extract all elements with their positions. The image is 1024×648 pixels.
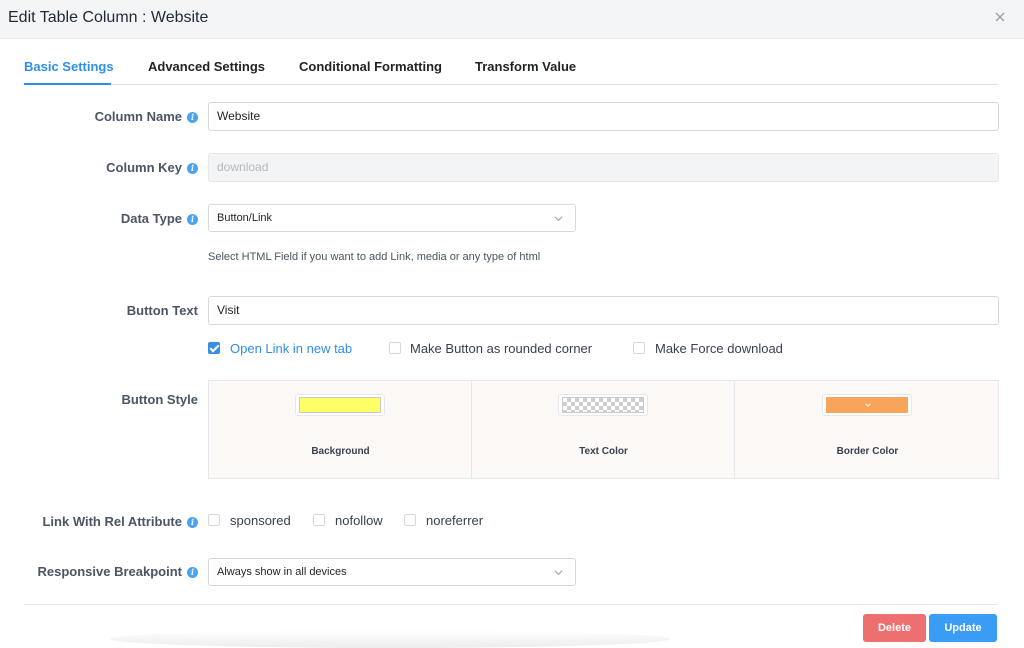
dialog-title: Edit Table Column : Website bbox=[8, 9, 209, 26]
column-name-input[interactable]: Website bbox=[208, 102, 999, 131]
delete-button[interactable]: Delete bbox=[863, 614, 926, 642]
responsive-breakpoint-select[interactable]: Always show in all devices bbox=[208, 558, 576, 586]
dialog-header: Edit Table Column : Website bbox=[0, 0, 1024, 39]
update-button[interactable]: Update bbox=[929, 614, 997, 642]
background-color-label: Background bbox=[311, 446, 370, 457]
decorative-shadow bbox=[110, 630, 670, 648]
border-color-option: Border Color bbox=[736, 381, 999, 478]
responsive-breakpoint-value: Always show in all devices bbox=[217, 566, 347, 578]
sponsored-checkbox[interactable] bbox=[208, 514, 220, 526]
noreferrer-checkbox[interactable] bbox=[404, 514, 416, 526]
text-color-label: Text Color bbox=[579, 446, 628, 457]
button-text-label: Button Text bbox=[126, 303, 198, 318]
tab-bar: Basic Settings Advanced Settings Conditi… bbox=[24, 48, 998, 85]
footer-divider bbox=[24, 604, 998, 605]
sponsored-label[interactable]: sponsored bbox=[230, 513, 291, 528]
info-icon[interactable]: i bbox=[187, 517, 198, 528]
text-color-picker[interactable] bbox=[558, 394, 648, 416]
column-key-label-text: Column Key bbox=[106, 160, 182, 175]
data-type-label: Data Type i bbox=[121, 211, 198, 226]
force-download-label[interactable]: Make Force download bbox=[655, 341, 783, 356]
chevron-down-icon bbox=[554, 216, 563, 222]
button-style-label: Button Style bbox=[121, 392, 198, 407]
column-key-label: Column Key i bbox=[106, 160, 198, 175]
tab-transform-value[interactable]: Transform Value bbox=[475, 59, 576, 74]
info-icon[interactable]: i bbox=[187, 112, 198, 123]
data-type-help-text: Select HTML Field if you want to add Lin… bbox=[208, 251, 541, 263]
data-type-value: Button/Link bbox=[217, 212, 273, 224]
background-color-option: Background bbox=[209, 381, 472, 478]
close-icon[interactable] bbox=[992, 9, 1008, 25]
rounded-corner-checkbox[interactable] bbox=[389, 342, 401, 354]
info-icon[interactable]: i bbox=[187, 214, 198, 225]
responsive-breakpoint-label-text: Responsive Breakpoint bbox=[37, 564, 183, 579]
column-name-label-text: Column Name bbox=[94, 109, 182, 124]
tab-basic-settings[interactable]: Basic Settings bbox=[24, 59, 114, 74]
column-name-label: Column Name i bbox=[95, 109, 198, 124]
tab-conditional-formatting[interactable]: Conditional Formatting bbox=[299, 59, 442, 74]
text-color-option: Text Color bbox=[472, 381, 735, 478]
button-text-input[interactable]: Visit bbox=[208, 296, 999, 325]
text-color-swatch bbox=[562, 397, 644, 413]
open-new-tab-label[interactable]: Open Link in new tab bbox=[230, 341, 352, 356]
force-download-checkbox[interactable] bbox=[633, 342, 645, 354]
border-color-picker[interactable] bbox=[822, 394, 912, 416]
noreferrer-label[interactable]: noreferrer bbox=[426, 513, 483, 528]
tab-advanced-settings[interactable]: Advanced Settings bbox=[148, 59, 265, 74]
data-type-label-text: Data Type bbox=[120, 211, 182, 226]
border-color-label: Border Color bbox=[836, 446, 899, 457]
button-style-panel: Background Text Color Border Color bbox=[208, 380, 999, 479]
info-icon[interactable]: i bbox=[187, 567, 198, 578]
column-key-input: download bbox=[208, 153, 999, 182]
background-color-swatch bbox=[299, 397, 381, 413]
data-type-select[interactable]: Button/Link bbox=[208, 204, 576, 232]
info-icon[interactable]: i bbox=[187, 163, 198, 174]
border-color-swatch bbox=[826, 397, 908, 413]
nofollow-checkbox[interactable] bbox=[313, 514, 325, 526]
rel-attribute-label-text: Link With Rel Attribute bbox=[42, 514, 182, 529]
background-color-picker[interactable] bbox=[295, 394, 385, 416]
chevron-down-icon bbox=[554, 570, 563, 576]
responsive-breakpoint-label: Responsive Breakpoint i bbox=[37, 564, 198, 579]
rounded-corner-label[interactable]: Make Button as rounded corner bbox=[410, 341, 592, 356]
chevron-down-icon bbox=[865, 403, 871, 407]
active-tab-indicator bbox=[24, 83, 111, 85]
rel-attribute-label: Link With Rel Attribute i bbox=[42, 514, 198, 529]
nofollow-label[interactable]: nofollow bbox=[335, 513, 383, 528]
open-new-tab-checkbox[interactable] bbox=[208, 342, 220, 354]
